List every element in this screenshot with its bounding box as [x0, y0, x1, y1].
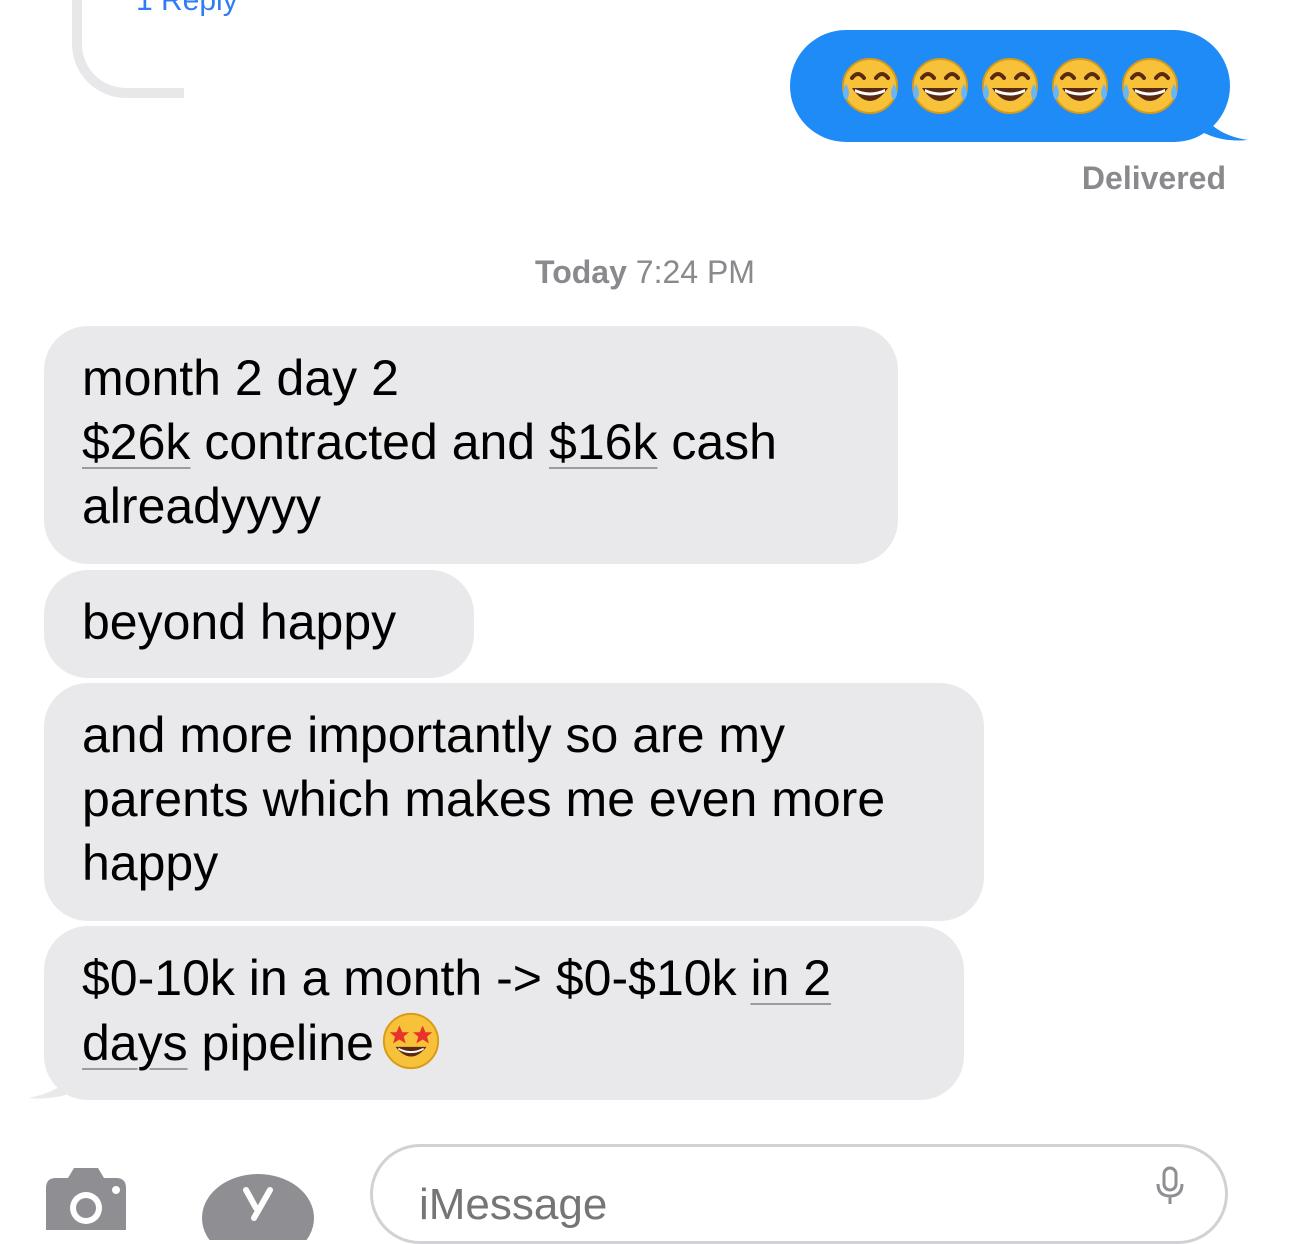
- delivery-status: Delivered: [1081, 160, 1226, 196]
- laughing-tears-emoji-icon: [912, 58, 968, 114]
- laughing-tears-emoji-icon: [842, 58, 898, 114]
- incoming-message-bubble[interactable]: month 2 day 2 $26k contracted and $16k c…: [44, 326, 898, 564]
- detected-amount-link[interactable]: $26k: [82, 414, 190, 470]
- incoming-message-bubble[interactable]: beyond happy: [44, 570, 474, 678]
- microphone-icon[interactable]: [1150, 1164, 1190, 1204]
- message-line: beyond happy: [82, 594, 397, 650]
- detected-date-link[interactable]: days: [82, 1015, 188, 1071]
- message-line: days pipeline: [82, 1010, 926, 1075]
- star-struck-emoji-icon: [382, 1012, 439, 1070]
- message-line: $26k contracted and $16k cash: [82, 414, 777, 470]
- laughing-tears-emoji-icon: [982, 58, 1038, 114]
- camera-icon[interactable]: [38, 1160, 134, 1230]
- incoming-message-bubble[interactable]: $0-10k in a month -> $0-$10k in 2 days p…: [44, 926, 964, 1100]
- message-input[interactable]: [370, 1144, 1228, 1244]
- timestamp-day: Today: [535, 254, 627, 290]
- message-line: parents which makes me even more: [82, 771, 886, 827]
- timestamp-time: 7:24 PM: [635, 254, 755, 290]
- message-line: alreadyyyy: [82, 478, 321, 534]
- message-line: $0-10k in a month -> $0-$10k in 2: [82, 950, 832, 1006]
- detected-amount-link[interactable]: $16k: [549, 414, 657, 470]
- message-composer-bar: [0, 1130, 1290, 1244]
- thread-reply-link[interactable]: 1 Reply: [136, 0, 238, 16]
- message-line: happy: [82, 835, 219, 891]
- outgoing-message-bubble[interactable]: [790, 30, 1230, 142]
- incoming-message-bubble[interactable]: and more importantly so are my parents w…: [44, 683, 984, 921]
- message-timestamp: Today 7:24 PM: [0, 254, 1290, 291]
- message-line: and more importantly so are my: [82, 707, 786, 763]
- message-line: month 2 day 2: [82, 350, 399, 406]
- detected-date-link[interactable]: in 2: [750, 950, 831, 1006]
- app-store-icon[interactable]: [200, 1160, 318, 1240]
- laughing-tears-emoji-icon: [1052, 58, 1108, 114]
- laughing-tears-emoji-icon: [1122, 58, 1178, 114]
